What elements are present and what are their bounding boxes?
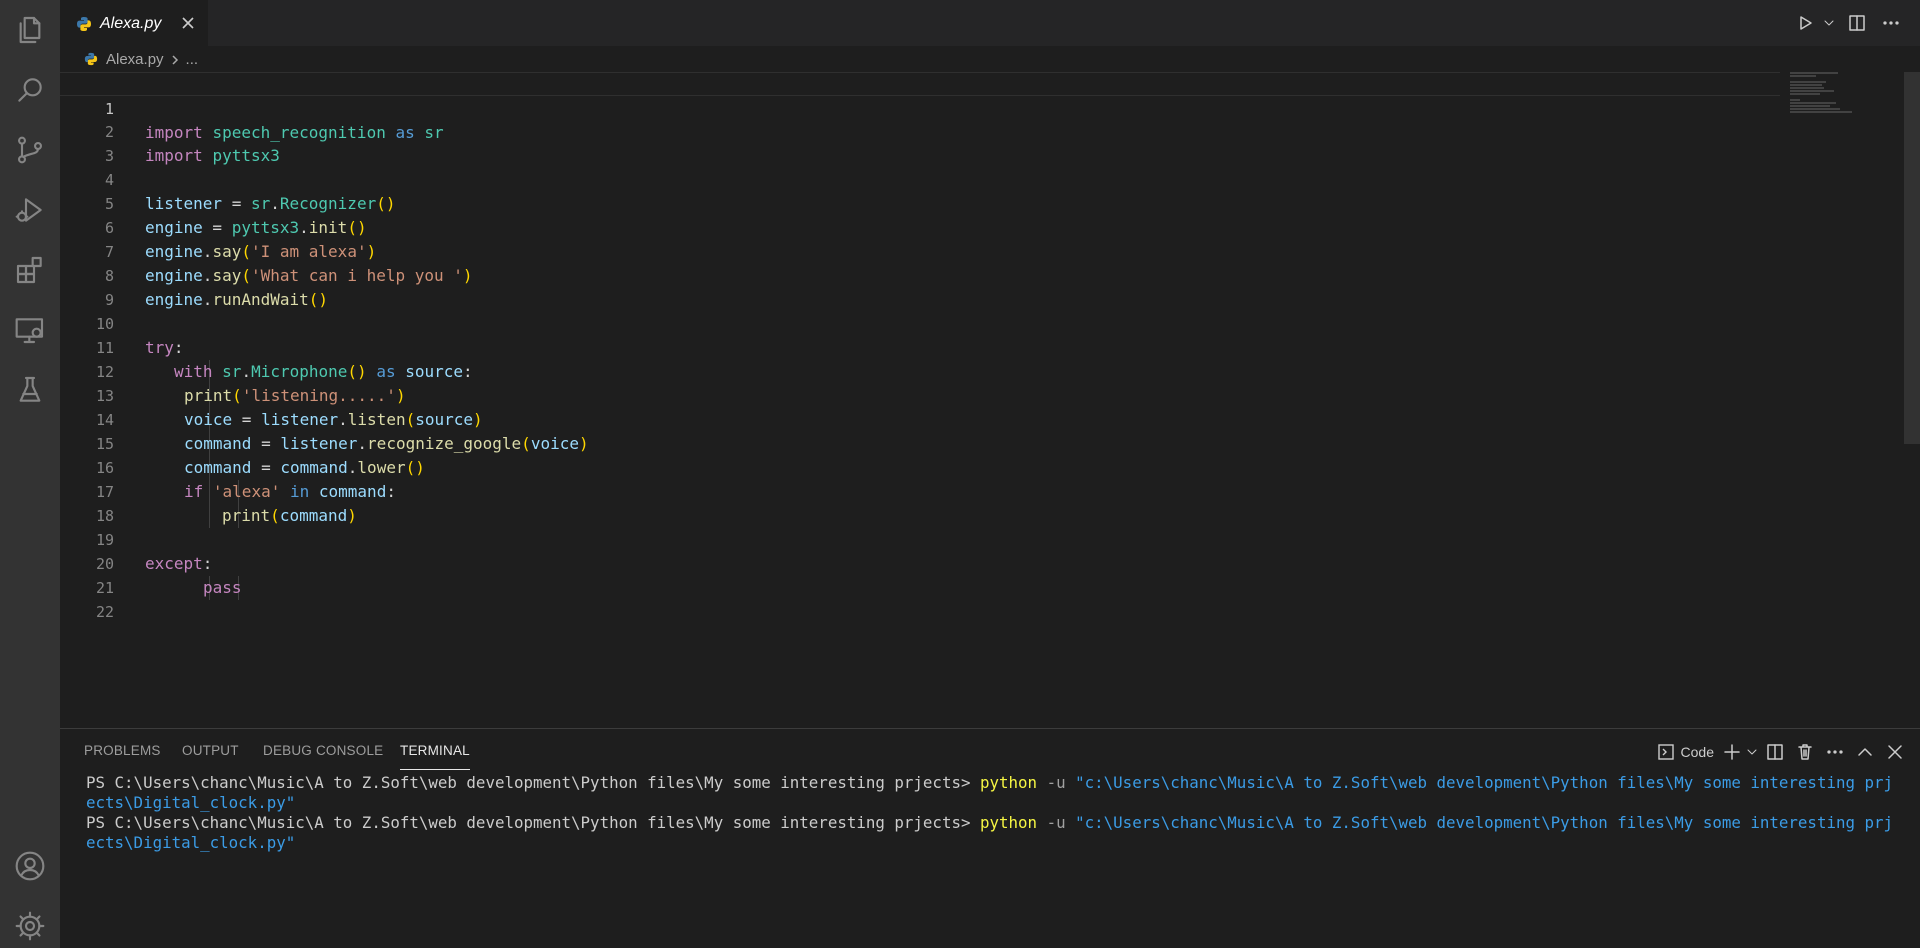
close-icon[interactable] bbox=[178, 13, 198, 33]
remote-explorer-icon[interactable] bbox=[0, 300, 60, 360]
tab-label: Alexa.py bbox=[100, 14, 162, 32]
split-editor-icon[interactable] bbox=[1842, 8, 1872, 38]
code-line[interactable]: 17 print(command) bbox=[60, 456, 1780, 525]
tab-problems[interactable]: PROBLEMS bbox=[84, 743, 161, 758]
code-line[interactable]: 7 engine.say('What can i help you ') bbox=[60, 216, 1780, 285]
code-editor[interactable]: 1 import speech_recognition as sr 2 impo… bbox=[60, 72, 1904, 728]
code-line[interactable]: 15 command = command.lower() bbox=[60, 408, 1780, 477]
editor-tab-bar: Alexa.py bbox=[60, 0, 1920, 46]
panel-actions: Code bbox=[1657, 737, 1920, 767]
trash-icon[interactable] bbox=[1790, 737, 1820, 767]
breadcrumb: Alexa.py ... bbox=[60, 46, 1920, 72]
source-control-icon[interactable] bbox=[0, 120, 60, 180]
close-panel-icon[interactable] bbox=[1880, 737, 1910, 767]
terminal-line: PS C:\Users\chanc\Music\A to Z.Soft\web … bbox=[86, 813, 1894, 852]
testing-icon[interactable] bbox=[0, 360, 60, 420]
line-number: 22 bbox=[95, 603, 114, 621]
explorer-icon[interactable] bbox=[0, 0, 60, 60]
editor-scrollbar[interactable] bbox=[1904, 72, 1920, 444]
code-line[interactable]: 12 print('listening.....') bbox=[60, 336, 1780, 405]
code-line[interactable]: 19 except: bbox=[60, 504, 1780, 573]
python-icon bbox=[77, 16, 91, 31]
terminal-profile-select[interactable]: Code bbox=[1657, 743, 1714, 761]
code-line[interactable]: 10 try: bbox=[60, 288, 1780, 357]
chevron-down-icon[interactable] bbox=[1820, 8, 1838, 38]
breadcrumb-more[interactable]: ... bbox=[186, 51, 199, 68]
breadcrumb-file[interactable]: Alexa.py bbox=[106, 51, 164, 68]
split-terminal-icon[interactable] bbox=[1760, 737, 1790, 767]
terminal-line: PS C:\Users\chanc\Music\A to Z.Soft\web … bbox=[86, 773, 1894, 812]
tab-alexa-py[interactable]: Alexa.py bbox=[60, 0, 208, 46]
terminal-profile-label: Code bbox=[1680, 744, 1714, 760]
terminal-icon bbox=[1657, 744, 1674, 760]
code-line[interactable]: 6 engine.say('I am alexa') bbox=[60, 192, 1780, 261]
extensions-icon[interactable] bbox=[0, 240, 60, 300]
run-debug-icon[interactable] bbox=[0, 180, 60, 240]
manage-gear-icon[interactable] bbox=[0, 896, 60, 948]
code-line[interactable]: 1 import speech_recognition as sr bbox=[60, 72, 1780, 142]
code-line[interactable]: 5 engine = pyttsx3.init() bbox=[60, 168, 1780, 237]
maximize-panel-icon[interactable] bbox=[1850, 737, 1880, 767]
more-icon[interactable] bbox=[1820, 737, 1850, 767]
python-icon bbox=[84, 52, 98, 66]
chevron-right-icon bbox=[170, 53, 180, 65]
code-line[interactable]: 8 engine.runAndWait() bbox=[60, 240, 1780, 309]
tab-output[interactable]: OUTPUT bbox=[182, 743, 239, 758]
code-line[interactable]: 22 bbox=[60, 576, 1780, 621]
code-line[interactable]: 3 bbox=[60, 120, 1780, 165]
code-line[interactable]: 11 with sr.Microphone() as source: bbox=[60, 312, 1780, 381]
tab-terminal[interactable]: TERMINAL bbox=[400, 743, 470, 770]
code-line[interactable]: 13 voice = listener.listen(source) bbox=[60, 360, 1780, 429]
tab-debug-console[interactable]: DEBUG CONSOLE bbox=[263, 743, 383, 758]
run-icon[interactable] bbox=[1790, 8, 1820, 38]
minimap[interactable] bbox=[1790, 72, 1870, 122]
editor-actions bbox=[1790, 0, 1920, 46]
code-line[interactable]: 2 import pyttsx3 bbox=[60, 96, 1780, 165]
code-line[interactable]: 9 bbox=[60, 264, 1780, 309]
more-icon[interactable] bbox=[1876, 8, 1906, 38]
code-line[interactable]: 16 if 'alexa' in command: bbox=[60, 432, 1780, 501]
code-line[interactable]: 20 pass bbox=[60, 528, 1780, 597]
code-line[interactable]: 21 bbox=[60, 552, 1780, 597]
terminal-output[interactable]: PS C:\Users\chanc\Music\A to Z.Soft\web … bbox=[86, 773, 1896, 853]
new-terminal-icon[interactable] bbox=[1720, 737, 1744, 767]
activity-bar bbox=[0, 0, 60, 948]
bottom-panel: PROBLEMS OUTPUT DEBUG CONSOLE TERMINAL C… bbox=[60, 728, 1920, 948]
search-icon[interactable] bbox=[0, 60, 60, 120]
chevron-down-icon[interactable] bbox=[1744, 737, 1760, 767]
code-line[interactable]: 18 bbox=[60, 480, 1780, 525]
code-line[interactable]: 4 listener = sr.Recognizer() bbox=[60, 144, 1780, 213]
code-line[interactable]: 14 command = listener.recognize_google(v… bbox=[60, 384, 1780, 453]
accounts-icon[interactable] bbox=[0, 836, 60, 896]
